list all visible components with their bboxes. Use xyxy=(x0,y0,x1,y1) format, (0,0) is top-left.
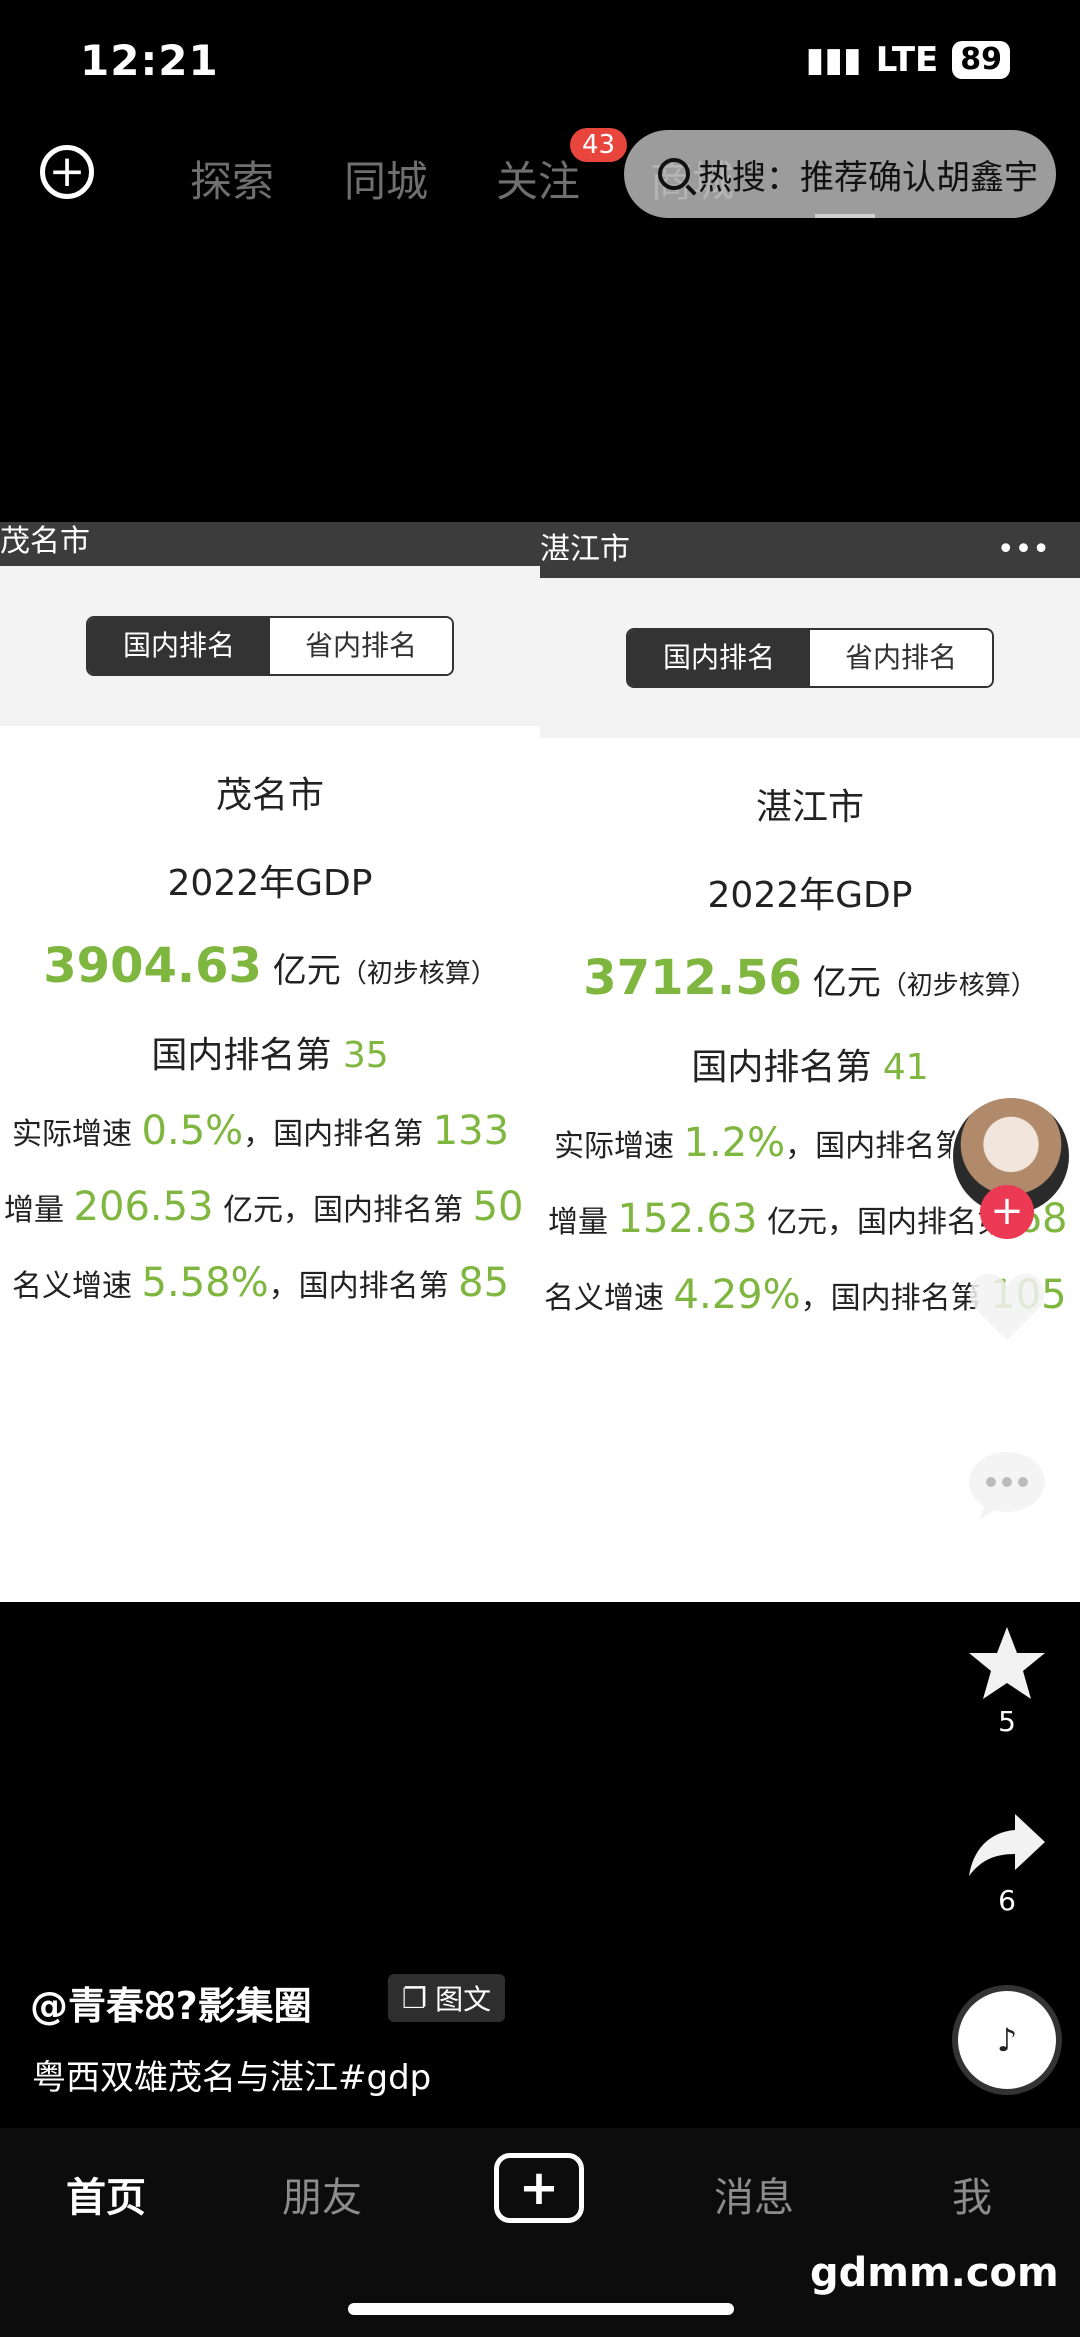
battery-icon: 89 xyxy=(952,41,1010,79)
nav-friends[interactable]: 朋友 xyxy=(282,2165,362,2223)
active-tab-underline xyxy=(815,214,875,218)
tab-province-rank[interactable]: 省内排名 xyxy=(810,630,992,686)
rank-tabs: 国内排名 省内排名 xyxy=(626,628,994,688)
add-circle-icon[interactable]: + xyxy=(40,145,94,199)
hot-search-bar[interactable]: 热搜：推荐确认胡鑫宇 xyxy=(624,130,1056,218)
rank-value: 35 xyxy=(342,1035,389,1076)
city-name: 湛江市 xyxy=(755,787,864,828)
growth-rank: 133 xyxy=(432,1108,510,1154)
comment-count: 79 xyxy=(989,1526,1025,1559)
national-rank-line: 国内排名第 35 xyxy=(0,1026,540,1078)
tab-province-rank[interactable]: 省内排名 xyxy=(270,618,452,674)
comment-icon xyxy=(969,1452,1045,1520)
growth-rank-label: ，国内排名第 xyxy=(785,1129,966,1164)
like-button[interactable]: 36 xyxy=(962,1270,1052,1379)
rank-label: 国内排名第 xyxy=(151,1035,332,1076)
increase-label: 增量 xyxy=(4,1193,64,1228)
nominal-rank-label: ，国内排名第 xyxy=(800,1281,981,1316)
author-name[interactable]: @青春ꕤ?影集圈 xyxy=(30,1975,312,2030)
gdp-panel-maoming: 茂名市 国内排名 省内排名 茂名市 2022年GDP 3904.63 亿元（初步… xyxy=(0,522,540,1602)
gdp-panel-zhanjiang: 湛江市 ••• 国内排名 省内排名 湛江市 2022年GDP 3712.56 亿… xyxy=(540,522,1080,1602)
gdp-unit: 亿元 xyxy=(272,951,341,991)
gdp-value: 3904.63 xyxy=(43,938,262,994)
nav-messages[interactable]: 消息 xyxy=(714,2165,794,2223)
network-label: LTE xyxy=(875,40,939,80)
heart-icon xyxy=(969,1273,1045,1340)
favorite-button[interactable]: 5 xyxy=(962,1625,1052,1738)
post-type-badge: ❐ 图文 xyxy=(388,1974,506,2022)
gdp-value-line: 3712.56 亿元（初步核算） xyxy=(540,950,1080,1006)
increase-unit: 亿元，国内排名第 xyxy=(767,1205,1008,1240)
music-disc-icon[interactable]: ♪ xyxy=(952,1985,1062,2095)
growth-line: 实际增速 0.5%，国内排名第 133 xyxy=(0,1108,540,1154)
nominal-value: 4.29% xyxy=(673,1272,801,1318)
create-plus-button[interactable]: + xyxy=(494,2153,584,2223)
like-count: 36 xyxy=(989,1346,1025,1379)
watermark: gdmm.com xyxy=(810,2250,1059,2296)
nav-me[interactable]: 我 xyxy=(952,2165,992,2223)
comment-button[interactable]: 79 xyxy=(962,1450,1052,1559)
nominal-rank: 85 xyxy=(458,1260,510,1306)
gdp-title: 2022年GDP xyxy=(707,875,913,916)
tab-nearby[interactable]: 同城 xyxy=(344,148,428,209)
tab-following[interactable]: 关注 xyxy=(496,148,580,209)
post-type-label: 图文 xyxy=(435,1983,492,2016)
increase-label: 增量 xyxy=(548,1205,608,1240)
rank-value: 41 xyxy=(882,1047,929,1088)
increase-value: 152.63 xyxy=(617,1196,758,1242)
tab-explore[interactable]: 探索 xyxy=(190,148,274,209)
post-caption[interactable]: 粤西双雄茂名与湛江#gdp xyxy=(32,2050,431,2099)
nominal-line: 名义增速 5.58%，国内排名第 85 xyxy=(0,1260,540,1306)
growth-label: 实际增速 xyxy=(12,1117,132,1152)
gdp-value-line: 3904.63 亿元（初步核算） xyxy=(0,938,540,994)
panel-title-bar: 茂名市 xyxy=(0,522,540,566)
nav-home[interactable]: 首页 xyxy=(66,2165,146,2223)
more-icon[interactable]: ••• xyxy=(997,522,1050,578)
home-indicator[interactable] xyxy=(348,2303,734,2315)
status-indicators: ▮▮▮ LTE 89 xyxy=(806,40,1010,80)
increase-unit: 亿元，国内排名第 xyxy=(223,1193,464,1228)
signal-icon: ▮▮▮ xyxy=(805,40,862,80)
gdp-title: 2022年GDP xyxy=(167,863,373,904)
nominal-label: 名义增速 xyxy=(544,1281,664,1316)
star-icon xyxy=(969,1627,1045,1699)
increase-rank: 50 xyxy=(472,1184,524,1230)
growth-rank-label: ，国内排名第 xyxy=(243,1117,424,1152)
share-arrow-icon xyxy=(969,1814,1045,1876)
favorite-count: 5 xyxy=(998,1705,1016,1738)
gdp-note: （初步核算） xyxy=(340,959,497,989)
national-rank-line: 国内排名第 41 xyxy=(540,1038,1080,1090)
increase-value: 206.53 xyxy=(73,1184,214,1230)
search-icon xyxy=(658,158,690,190)
growth-value: 0.5% xyxy=(141,1108,244,1154)
panel-title-bar: 湛江市 ••• xyxy=(540,522,1080,578)
city-name: 茂名市 xyxy=(215,775,324,816)
tab-national-rank[interactable]: 国内排名 xyxy=(88,618,270,674)
tab-national-rank[interactable]: 国内排名 xyxy=(628,630,810,686)
rank-label: 国内排名第 xyxy=(691,1047,872,1088)
gdp-unit: 亿元 xyxy=(812,963,881,1003)
status-time: 12:21 xyxy=(80,36,219,85)
nominal-label: 名义增速 xyxy=(12,1269,132,1304)
share-button[interactable]: 6 xyxy=(962,1810,1052,1917)
follow-plus-icon[interactable]: + xyxy=(980,1185,1034,1239)
hot-search-text: 热搜：推荐确认胡鑫宇 xyxy=(698,157,1038,198)
panel-title: 湛江市 xyxy=(540,532,630,567)
increase-line: 增量 206.53 亿元，国内排名第 50 xyxy=(0,1184,540,1230)
share-count: 6 xyxy=(998,1884,1016,1917)
gdp-note: （初步核算） xyxy=(880,971,1037,1001)
growth-label: 实际增速 xyxy=(554,1129,674,1164)
rank-tabs: 国内排名 省内排名 xyxy=(86,616,454,676)
growth-value: 1.2% xyxy=(683,1120,786,1166)
following-badge: 43 xyxy=(570,128,628,162)
image-text-icon: ❐ xyxy=(402,1981,428,2015)
nominal-value: 5.58% xyxy=(141,1260,269,1306)
nominal-rank-label: ，国内排名第 xyxy=(268,1269,449,1304)
gdp-value: 3712.56 xyxy=(583,950,802,1006)
